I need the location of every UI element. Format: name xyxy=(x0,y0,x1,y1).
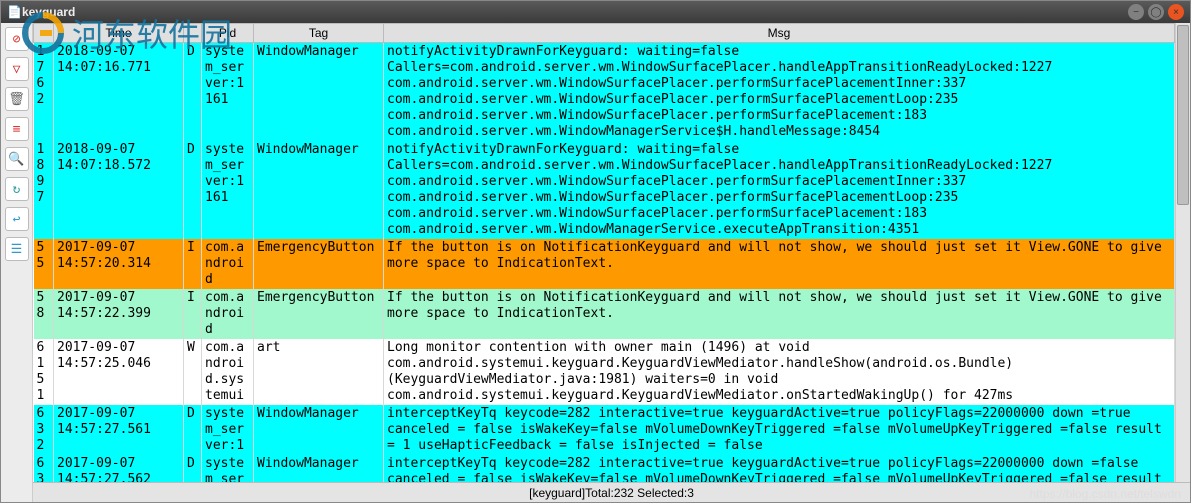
list-icon[interactable]: ☰ xyxy=(5,237,29,261)
table-cell: 1762 xyxy=(34,43,54,142)
search-icon[interactable]: 🔍 xyxy=(5,147,29,171)
table-cell: notifyActivityDrawnForKeyguard: waiting=… xyxy=(384,43,1175,142)
table-cell: EmergencyButton xyxy=(254,239,384,289)
table-cell: com.android xyxy=(202,289,254,339)
column-header[interactable] xyxy=(34,24,54,43)
table-header-row: Time PidTagMsg xyxy=(34,24,1175,43)
table-cell: WindowManager xyxy=(254,405,384,455)
vertical-scrollbar[interactable] xyxy=(1175,23,1190,482)
table-cell: system_server:1161 xyxy=(202,141,254,239)
table-cell: art xyxy=(254,339,384,405)
table-cell: WindowManager xyxy=(254,141,384,239)
table-cell: D xyxy=(184,455,202,482)
column-header[interactable]: Msg xyxy=(384,24,1175,43)
table-cell: I xyxy=(184,289,202,339)
close-button[interactable]: × xyxy=(1168,4,1184,20)
titlebar[interactable]: 📄 keyguard − ◯ × xyxy=(1,1,1190,23)
filter-off-icon[interactable]: ⊘ xyxy=(5,27,29,51)
table-cell: 633 xyxy=(34,455,54,482)
table-cell: W xyxy=(184,339,202,405)
back-icon[interactable]: ↩ xyxy=(5,207,29,231)
table-row[interactable]: 6322017-09-07 14:57:27.561Dsystem_server… xyxy=(34,405,1175,455)
table-cell: If the button is on NotificationKeyguard… xyxy=(384,289,1175,339)
table-cell: 2017-09-07 14:57:25.046 xyxy=(54,339,184,405)
refresh-icon[interactable]: ↻ xyxy=(5,177,29,201)
table-cell: D xyxy=(184,141,202,239)
table-cell: 2017-09-07 14:57:27.562 xyxy=(54,455,184,482)
table-cell: 6151 xyxy=(34,339,54,405)
table-row[interactable]: 18972018-09-07 14:07:18.572Dsystem_serve… xyxy=(34,141,1175,239)
table-cell: Long monitor contention with owner main … xyxy=(384,339,1175,405)
table-row[interactable]: 61512017-09-07 14:57:25.046Wcom.android.… xyxy=(34,339,1175,405)
table-cell: D xyxy=(184,43,202,142)
table-cell: If the button is on NotificationKeyguard… xyxy=(384,239,1175,289)
column-header[interactable]: Tag xyxy=(254,24,384,43)
table-cell: system_server:1161 xyxy=(202,43,254,142)
maximize-button[interactable]: ◯ xyxy=(1148,4,1164,20)
table-row[interactable]: 582017-09-07 14:57:22.399Icom.androidEme… xyxy=(34,289,1175,339)
table-cell: D xyxy=(184,405,202,455)
table-cell: 58 xyxy=(34,289,54,339)
log-table: Time PidTagMsg 17622018-09-07 14:07:16.77… xyxy=(33,23,1175,482)
table-cell: system_server:1 xyxy=(202,455,254,482)
table-cell: I xyxy=(184,239,202,289)
status-bar: [keyguard]Total:232 Selected:3 xyxy=(33,482,1190,502)
table-cell: com.android xyxy=(202,239,254,289)
lines-icon[interactable]: ≡ xyxy=(5,117,29,141)
table-cell: interceptKeyTq keycode=282 interactive=t… xyxy=(384,405,1175,455)
trash-icon[interactable]: 🗑 xyxy=(5,87,29,111)
table-cell: 2017-09-07 14:57:20.314 xyxy=(54,239,184,289)
table-cell: interceptKeyTq keycode=282 interactive=t… xyxy=(384,455,1175,482)
table-cell: com.android.systemui xyxy=(202,339,254,405)
app-window: 📄 keyguard − ◯ × ⊘ ▽ 🗑 ≡ 🔍 ↻ ↩ ☰ Time PidTagMsg … xyxy=(0,0,1191,503)
scrollbar-thumb[interactable] xyxy=(1177,25,1189,205)
table-cell: EmergencyButton xyxy=(254,289,384,339)
table-cell: 55 xyxy=(34,239,54,289)
window-title: keyguard xyxy=(22,5,1128,19)
table-cell: 2017-09-07 14:57:27.561 xyxy=(54,405,184,455)
table-cell: WindowManager xyxy=(254,43,384,142)
app-icon: 📄 xyxy=(7,5,22,19)
table-row[interactable]: 17622018-09-07 14:07:16.771Dsystem_serve… xyxy=(34,43,1175,142)
minimize-button[interactable]: − xyxy=(1128,4,1144,20)
log-table-scroll[interactable]: Time PidTagMsg 17622018-09-07 14:07:16.77… xyxy=(33,23,1175,482)
table-cell: system_server:1 xyxy=(202,405,254,455)
filter-icon[interactable]: ▽ xyxy=(5,57,29,81)
table-cell: 632 xyxy=(34,405,54,455)
table-cell: 2017-09-07 14:57:22.399 xyxy=(54,289,184,339)
column-header[interactable]: Time xyxy=(54,24,184,43)
table-cell: 1897 xyxy=(34,141,54,239)
table-row[interactable]: 6332017-09-07 14:57:27.562Dsystem_server… xyxy=(34,455,1175,482)
side-toolbar: ⊘ ▽ 🗑 ≡ 🔍 ↻ ↩ ☰ xyxy=(1,23,33,502)
column-header[interactable]: Pid xyxy=(202,24,254,43)
column-header[interactable] xyxy=(184,24,202,43)
table-cell: notifyActivityDrawnForKeyguard: waiting=… xyxy=(384,141,1175,239)
table-cell: WindowManager xyxy=(254,455,384,482)
table-cell: 2018-09-07 14:07:18.572 xyxy=(54,141,184,239)
table-row[interactable]: 552017-09-07 14:57:20.314Icom.androidEme… xyxy=(34,239,1175,289)
table-cell: 2018-09-07 14:07:16.771 xyxy=(54,43,184,142)
